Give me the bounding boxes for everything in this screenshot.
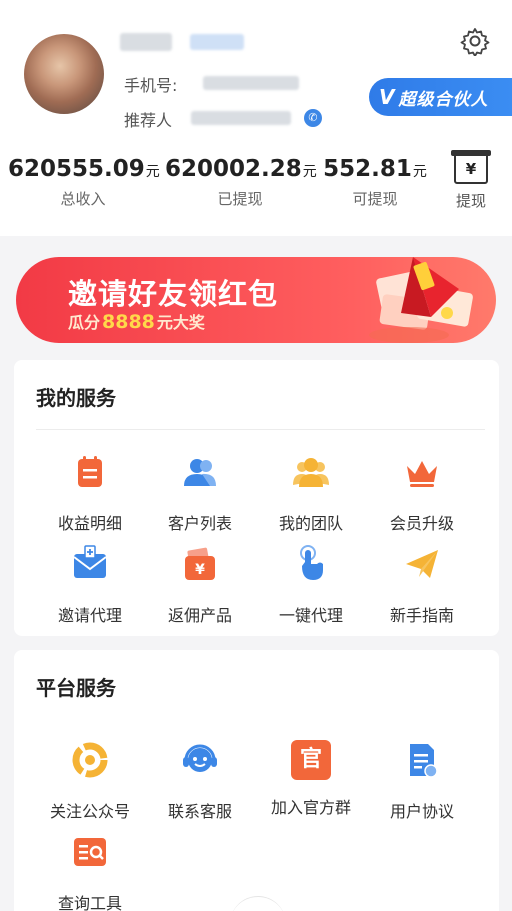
service-label: 邀请代理: [57, 606, 122, 625]
referrer-label: 推荐人: [124, 111, 173, 130]
service-label: 收益明细: [57, 514, 122, 533]
service-income-detail[interactable]: 收益明细: [35, 452, 145, 534]
withdrawn-label: 已提现: [217, 190, 263, 208]
withdrawn-stat: 620002.28元 已提现: [165, 156, 317, 209]
service-label: 客户列表: [167, 514, 232, 533]
my-services-card: 我的服务 收益明细 客户列表 我的团队 会员升级 邀请代理 ¥ 返佣产品 一键代…: [14, 360, 499, 636]
banner-sub-prefix: 瓜分: [68, 313, 101, 332]
username-blurred: [120, 33, 172, 51]
my-services-title: 我的服务: [36, 386, 116, 410]
withdraw-button[interactable]: ¥ 提现: [449, 150, 493, 211]
total-income-value: 620555.09: [8, 156, 145, 182]
phone-number-blurred: [203, 76, 299, 90]
service-invite-agent[interactable]: 邀请代理: [35, 544, 145, 626]
invite-mail-icon: [73, 545, 107, 578]
withdrawable-label: 可提现: [352, 190, 398, 208]
official-group-icon: 官: [291, 740, 331, 780]
user-agreement-icon: [410, 744, 438, 778]
red-envelope-illustration-icon: [369, 257, 473, 343]
service-label: 新手指南: [389, 606, 454, 625]
service-label: 返佣产品: [167, 606, 232, 625]
platform-services-card: 平台服务 关注公众号 联系客服 官 加入官方群 用户协议 查询工具: [14, 650, 499, 911]
platform-contact-support[interactable]: 联系客服: [145, 740, 255, 822]
yen-symbol: ¥: [465, 160, 477, 178]
service-label: 一键代理: [278, 606, 343, 625]
vip-mark: V: [379, 85, 395, 109]
service-beginner-guide[interactable]: 新手指南: [367, 544, 477, 626]
user-tag-blurred: [190, 34, 244, 50]
service-rebate-products[interactable]: ¥ 返佣产品: [145, 544, 255, 626]
total-income-label: 总收入: [60, 190, 106, 208]
yen-machine-icon: ¥: [451, 150, 491, 184]
platform-query-tool[interactable]: 查询工具: [35, 832, 145, 911]
platform-label: 查询工具: [57, 894, 122, 911]
invite-friends-banner[interactable]: 邀请好友领红包 瓜分 8888 元大奖: [16, 257, 496, 343]
withdrawn-value: 620002.28: [165, 156, 302, 182]
unit-label: 元: [145, 164, 160, 180]
official-account-icon: [72, 742, 108, 778]
phone-call-icon[interactable]: ✆: [304, 109, 322, 127]
platform-follow-account[interactable]: 关注公众号: [35, 740, 145, 822]
total-income-stat: 620555.09元 总收入: [8, 156, 160, 209]
service-member-upgrade[interactable]: 会员升级: [367, 452, 477, 534]
platform-label: 关注公众号: [49, 802, 130, 821]
income-detail-icon: [78, 456, 102, 487]
customer-list-icon: [184, 459, 216, 486]
platform-label: 联系客服: [167, 802, 232, 821]
crown-icon: [407, 461, 437, 487]
referrer-name-blurred: [191, 111, 291, 125]
query-tool-icon: [74, 838, 106, 866]
banner-title: 邀请好友领红包: [68, 277, 279, 311]
headset-icon: [183, 744, 217, 772]
tap-hand-icon: [300, 545, 323, 580]
svg-text:¥: ¥: [195, 562, 205, 578]
wallet-yen-icon: ¥: [185, 547, 215, 580]
banner-sub-suffix: 元大奖: [156, 313, 205, 332]
service-label: 会员升级: [389, 514, 454, 533]
platform-user-agreement[interactable]: 用户协议: [367, 740, 477, 822]
withdrawable-stat: 552.81元 可提现: [320, 156, 430, 209]
service-customer-list[interactable]: 客户列表: [145, 452, 255, 534]
paper-plane-icon: [406, 550, 438, 578]
banner-subtitle: 瓜分 8888 元大奖: [68, 309, 205, 333]
withdraw-label: 提现: [455, 192, 486, 210]
platform-services-title: 平台服务: [36, 676, 116, 700]
vip-partner-badge[interactable]: V 超级合伙人: [369, 78, 512, 116]
unit-label: 元: [412, 164, 427, 180]
avatar[interactable]: [24, 34, 104, 114]
banner-amount: 8888: [102, 311, 155, 333]
service-my-team[interactable]: 我的团队: [256, 452, 366, 534]
unit-label: 元: [302, 164, 317, 180]
profile-header: 手机号: 推荐人 ✆ V 超级合伙人 620555.09元 总收入 620002…: [0, 0, 512, 236]
withdrawable-value: 552.81: [323, 156, 412, 182]
platform-label: 用户协议: [389, 802, 454, 821]
phone-label: 手机号:: [124, 76, 178, 95]
platform-join-group[interactable]: 官 加入官方群: [256, 740, 366, 818]
divider: [36, 429, 485, 430]
platform-label: 加入官方群: [270, 798, 351, 817]
service-one-click-agent[interactable]: 一键代理: [256, 544, 366, 626]
vip-badge-text: 超级合伙人: [398, 89, 489, 110]
my-team-icon: [293, 458, 329, 487]
gear-icon[interactable]: [460, 26, 490, 56]
service-label: 我的团队: [278, 514, 343, 533]
